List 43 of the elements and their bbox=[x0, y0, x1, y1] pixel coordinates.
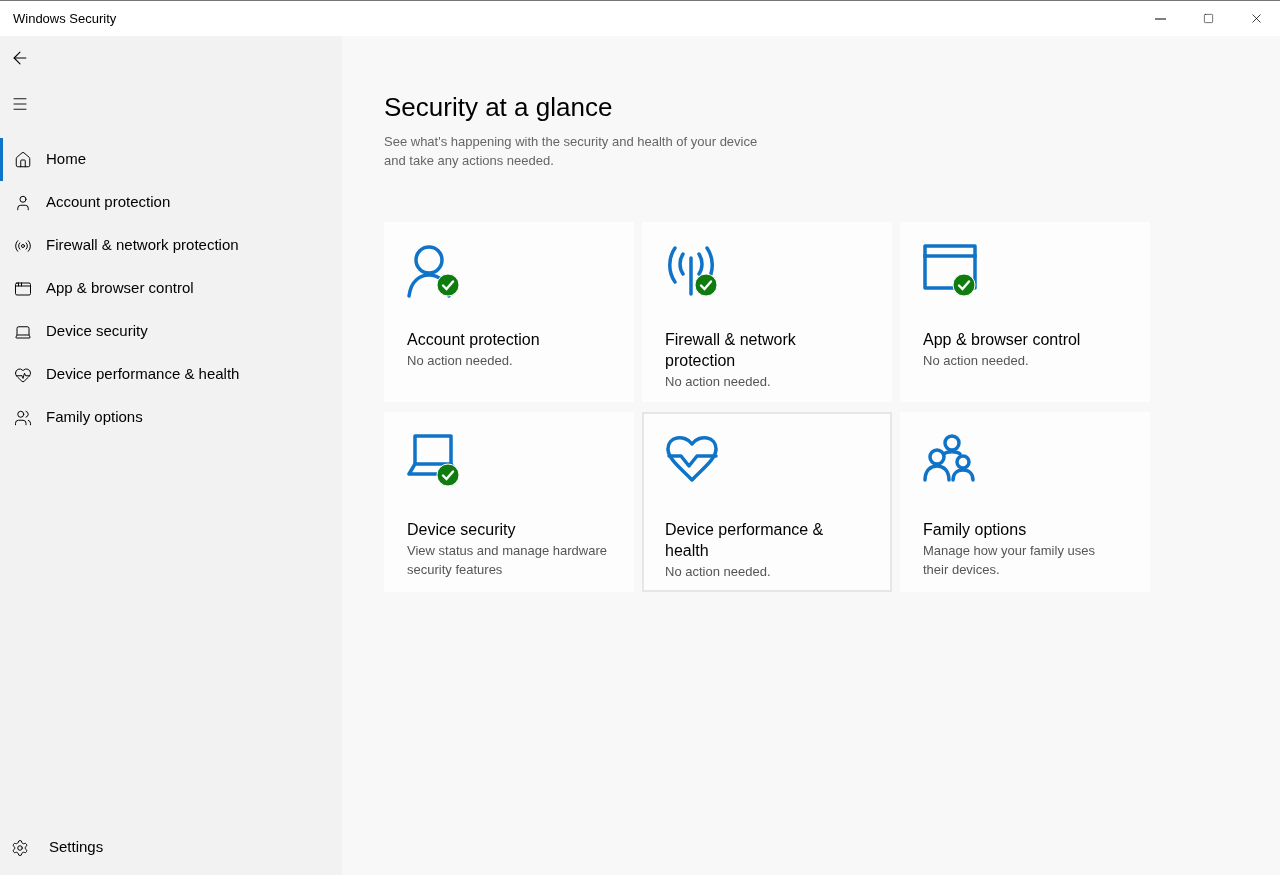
status-tile[interactable]: Firewall & network protection No action needed. bbox=[642, 222, 892, 402]
nav-item[interactable]: Firewall & network protection bbox=[0, 224, 342, 267]
tile-status: No action needed. bbox=[407, 352, 513, 370]
settings-nav-item[interactable]: Settings bbox=[0, 826, 342, 869]
nav-item[interactable]: Home bbox=[0, 138, 342, 181]
tile-title: App & browser control bbox=[923, 330, 1081, 350]
person-icon bbox=[407, 244, 451, 298]
minimize-icon bbox=[1154, 17, 1166, 20]
nav-item[interactable]: Device security bbox=[0, 310, 342, 353]
tile-status: No action needed. bbox=[665, 373, 771, 391]
page-title: Security at a glance bbox=[384, 91, 614, 124]
page-subtitle: See what's happening with the security and health of your device and take any actions needed. bbox=[384, 133, 759, 170]
maximize-icon bbox=[1202, 13, 1214, 24]
tile-title: Firewall & network protection bbox=[665, 330, 797, 371]
window-icon bbox=[923, 244, 977, 290]
status-tile[interactable]: Device performance & health No action needed. bbox=[642, 412, 892, 592]
tile-status: View status and manage hardware security features bbox=[407, 542, 607, 579]
nav-item[interactable]: Device performance & health bbox=[0, 353, 342, 396]
window-icon bbox=[14, 279, 32, 298]
tile-status: Manage how your family uses their devices. bbox=[923, 542, 1096, 579]
window-title: Windows Security bbox=[13, 9, 117, 28]
heart-pulse-icon bbox=[665, 434, 719, 482]
tile-status: No action needed. bbox=[923, 352, 1029, 370]
status-tile[interactable]: Family options Manage how your family uses their devices. bbox=[900, 412, 1150, 592]
tile-title: Account protection bbox=[407, 330, 540, 350]
status-tile[interactable]: Account protection No action needed. bbox=[384, 222, 634, 402]
tile-status: No action needed. bbox=[665, 563, 771, 581]
tile-title: Device performance & health bbox=[665, 520, 825, 561]
tile-title: Family options bbox=[923, 520, 1027, 540]
tile-title: Device security bbox=[407, 520, 516, 540]
heart-pulse-icon bbox=[14, 365, 32, 384]
people-icon bbox=[14, 408, 32, 427]
status-tile[interactable]: Device security View status and manage hardware security features bbox=[384, 412, 634, 592]
settings-icon bbox=[11, 838, 29, 857]
home-icon bbox=[14, 150, 32, 169]
menu-icon bbox=[11, 95, 29, 113]
status-tile[interactable]: App & browser control No action needed. bbox=[900, 222, 1150, 402]
nav-item[interactable]: App & browser control bbox=[0, 267, 342, 310]
antenna-icon bbox=[665, 244, 717, 296]
nav-item[interactable]: Account protection bbox=[0, 181, 342, 224]
person-icon bbox=[14, 193, 32, 212]
people-icon bbox=[923, 434, 977, 482]
nav-item[interactable]: Family options bbox=[0, 396, 342, 439]
